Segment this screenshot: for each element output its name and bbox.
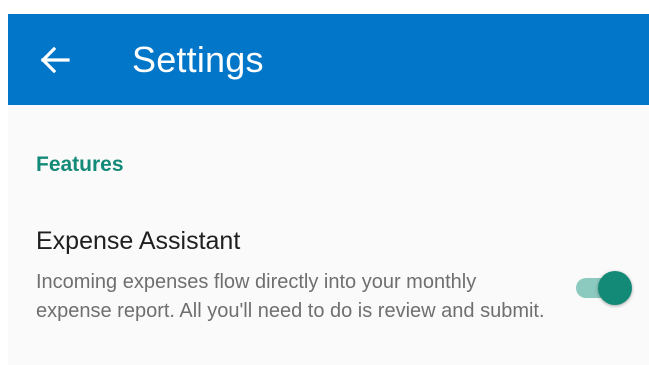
arrow-left-icon bbox=[40, 46, 70, 74]
page-title: Settings bbox=[132, 39, 264, 80]
setting-description: Incoming expenses flow directly into you… bbox=[36, 271, 545, 322]
expense-assistant-toggle[interactable] bbox=[574, 268, 632, 308]
toggle-thumb bbox=[598, 271, 632, 305]
setting-title: Expense Assistant bbox=[36, 227, 241, 255]
settings-screen: Settings Features Expense Assistant Inco… bbox=[8, 14, 649, 365]
app-bar: Settings bbox=[8, 14, 649, 105]
setting-item-expense-assistant[interactable]: Expense Assistant Incoming expenses flow… bbox=[8, 222, 649, 365]
section-header-features: Features bbox=[36, 153, 124, 176]
back-button[interactable] bbox=[38, 44, 72, 76]
